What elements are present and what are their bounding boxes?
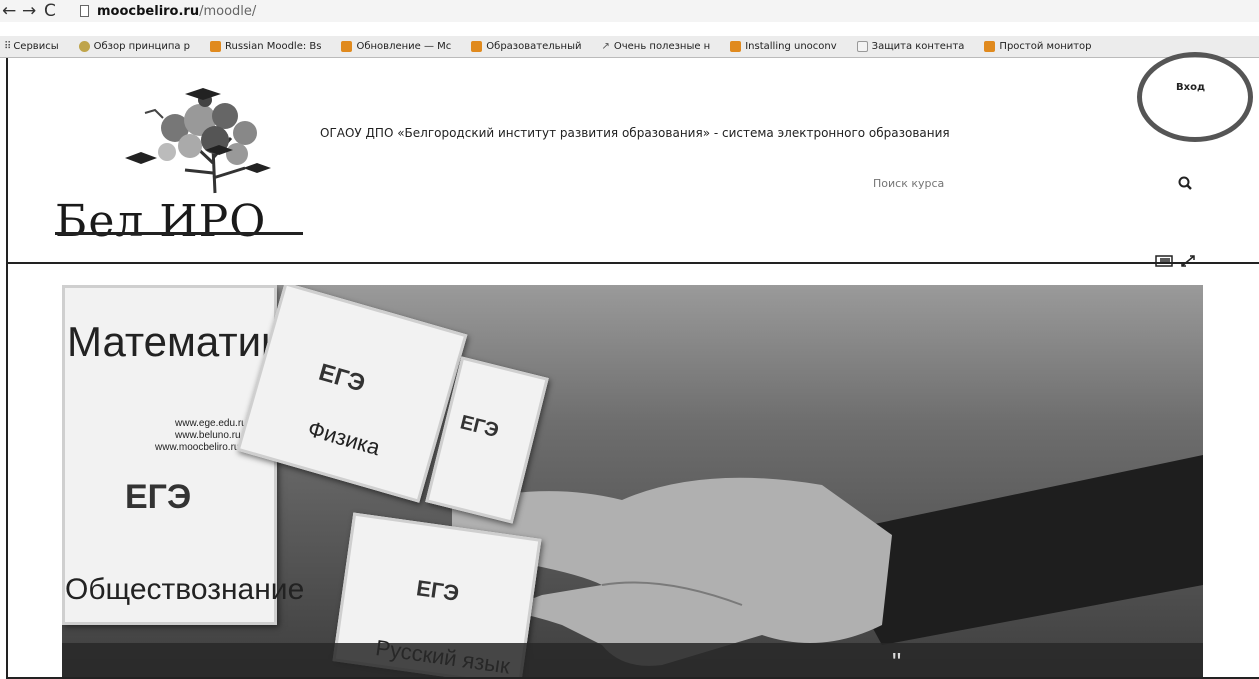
back-arrow-icon[interactable]: ← <box>2 1 16 21</box>
ege-label: ЕГЭ <box>414 575 461 606</box>
bookmark-item[interactable]: Защита контента <box>856 41 965 52</box>
moodle-icon <box>471 41 483 52</box>
browser-toolbar: ← → C moocbeliro.ru /moodle/ <box>0 0 1259 22</box>
moodle-icon <box>341 41 353 52</box>
bookmark-label: Очень полезные н <box>613 41 711 52</box>
bookmark-item[interactable]: Обновление — Mc <box>341 41 451 52</box>
bookmark-label: Обновление — Mc <box>356 41 452 52</box>
bookmark-item[interactable]: Простой монитор <box>984 41 1092 52</box>
bookmark-item[interactable]: Installing unoconv <box>730 41 837 52</box>
bookmark-label: Простой монитор <box>999 41 1092 52</box>
bookmark-label: Installing unoconv <box>745 41 837 52</box>
forward-arrow-icon[interactable]: → <box>22 1 36 21</box>
site-logo[interactable]: Бел ИРО <box>55 88 315 247</box>
ege-label: ЕГЭ <box>125 478 192 516</box>
bookmark-services[interactable]: ⠿ Сервисы <box>4 41 59 52</box>
moodle-icon <box>210 41 222 52</box>
header-divider <box>6 262 1259 264</box>
logo-text: Бел ИРО <box>55 196 267 247</box>
bookmarks-bar: ⠿ Сервисы Обзор принципа р Russian Moodl… <box>0 36 1259 58</box>
url-host: moocbeliro.ru <box>97 3 200 19</box>
hero-caption-text: " <box>892 647 902 677</box>
logo-underline <box>55 232 303 235</box>
bookmark-item[interactable]: Образовательный <box>471 41 581 52</box>
hero-caption-band <box>62 643 1203 677</box>
hero-banner: Математик www.ege.edu.ru www.beluno.ru w… <box>62 285 1203 677</box>
bookmark-label: Сервисы <box>13 41 59 52</box>
page-icon <box>80 5 89 17</box>
card-url: www.ege.edu.ru <box>175 418 247 429</box>
card-title: Математик <box>67 318 280 365</box>
moodle-icon <box>984 41 996 52</box>
bookmark-item[interactable]: Обзор принципа р <box>78 41 191 52</box>
card-url: www.beluno.ru <box>175 430 241 441</box>
ege-label: ЕГЭ <box>315 358 369 398</box>
search-icon[interactable] <box>1176 174 1196 194</box>
bookmark-item[interactable]: Russian Moodle: Bs <box>210 41 321 52</box>
sidebar-toggle-icon <box>1155 255 1173 267</box>
bookmark-label: Защита контента <box>871 41 965 52</box>
fullscreen-icon <box>1181 255 1195 267</box>
card-title: Физика <box>305 415 383 461</box>
arrow-icon: ↗ <box>601 41 610 52</box>
ege-label: ЕГЭ <box>457 411 501 443</box>
address-bar[interactable]: moocbeliro.ru /moodle/ <box>80 2 256 20</box>
reload-icon[interactable]: C <box>44 1 56 21</box>
bookmark-label: Обзор принципа р <box>93 41 191 52</box>
bookmark-label: Образовательный <box>486 41 582 52</box>
moodle-icon <box>730 41 742 52</box>
person-icon <box>78 41 90 52</box>
site-title: ОГАОУ ДПО «Белгородский институт развити… <box>320 126 950 140</box>
url-path: /moodle/ <box>199 3 257 19</box>
bookmark-label: Russian Moodle: Bs <box>225 41 322 52</box>
doc-icon <box>856 41 868 52</box>
highlight-circle <box>1137 52 1253 142</box>
subject-card: Математик www.ege.edu.ru www.beluno.ru w… <box>62 285 304 625</box>
page-tools <box>1154 253 1202 269</box>
card-title: Обществознание <box>65 573 305 606</box>
bookmark-item[interactable]: ↗ Очень полезные н <box>601 41 710 52</box>
course-search-input[interactable] <box>873 172 1173 194</box>
apps-icon: ⠿ <box>4 41 12 52</box>
card-url: www.moocbeliro.ru <box>155 442 240 453</box>
